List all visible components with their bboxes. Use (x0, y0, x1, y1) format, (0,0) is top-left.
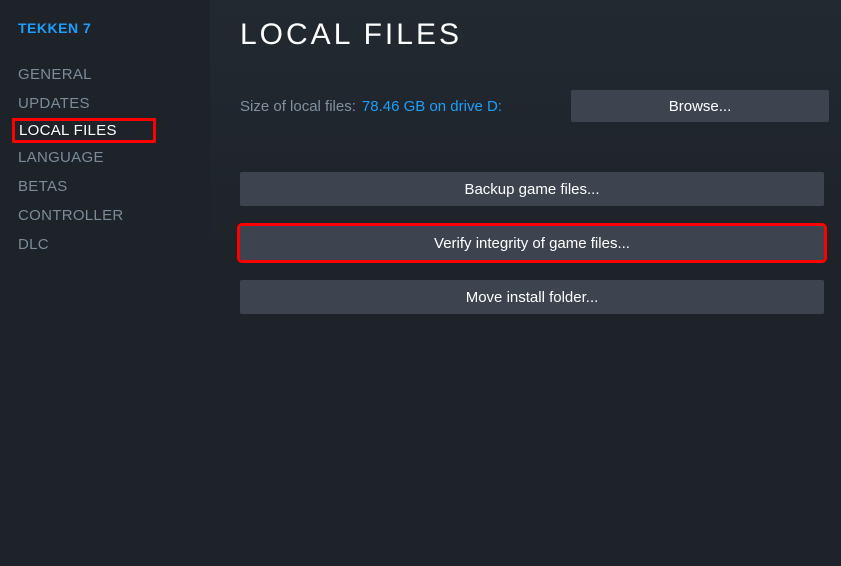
browse-button[interactable]: Browse... (571, 90, 829, 122)
backup-button[interactable]: Backup game files... (240, 172, 824, 206)
sidebar-item-general[interactable]: GENERAL (18, 60, 92, 89)
page-title: LOCAL FILES (240, 18, 829, 52)
sidebar-item-betas[interactable]: BETAS (18, 172, 68, 201)
size-value: 78.46 GB on drive D: (362, 98, 502, 115)
sidebar-item-local-files[interactable]: LOCAL FILES (12, 118, 156, 143)
sidebar: TEKKEN 7 GENERAL UPDATES LOCAL FILES LAN… (0, 0, 210, 566)
size-label: Size of local files: (240, 98, 356, 115)
sidebar-item-language[interactable]: LANGUAGE (18, 143, 104, 172)
size-row: Size of local files: 78.46 GB on drive D… (240, 90, 829, 122)
game-title: TEKKEN 7 (18, 20, 210, 36)
main-panel: LOCAL FILES Size of local files: 78.46 G… (210, 0, 841, 566)
verify-button[interactable]: Verify integrity of game files... (240, 226, 824, 260)
sidebar-item-dlc[interactable]: DLC (18, 230, 49, 259)
move-button[interactable]: Move install folder... (240, 280, 824, 314)
sidebar-item-updates[interactable]: UPDATES (18, 89, 90, 118)
sidebar-item-controller[interactable]: CONTROLLER (18, 201, 124, 230)
